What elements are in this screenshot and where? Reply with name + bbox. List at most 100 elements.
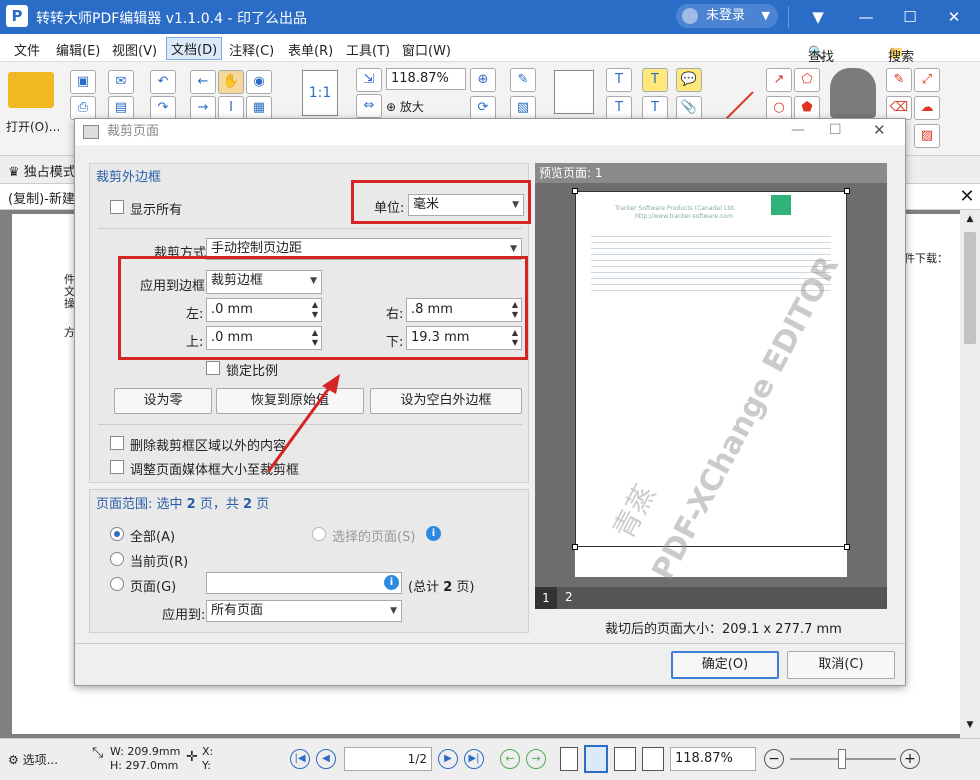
preview-page[interactable]: Tracker Software Products (Canada) Ltd. … [572, 188, 850, 586]
radio-selected-pages[interactable] [312, 527, 326, 541]
zoom-in-icon[interactable]: ⊕ [470, 68, 496, 92]
set-zero-button[interactable]: 设为零 [114, 388, 212, 414]
exclusive-mode-button[interactable]: ♛ 独占模式 [8, 161, 76, 180]
pentagon-tool-icon[interactable]: ⬟ [794, 96, 820, 120]
resize-media-checkbox[interactable] [110, 460, 124, 474]
radio-all[interactable] [110, 527, 124, 541]
highlight-text-icon[interactable]: T [642, 68, 668, 92]
cloud-icon[interactable]: ☁ [914, 96, 940, 120]
zoom-slider-thumb[interactable] [838, 749, 846, 769]
ok-button[interactable]: 确定(O) [671, 651, 779, 679]
select-text-icon[interactable]: I [218, 96, 244, 120]
prev-page-icon[interactable]: ◀ [316, 749, 336, 769]
back-icon[interactable]: ← [190, 70, 216, 94]
lock-ratio-checkbox[interactable] [206, 361, 220, 375]
document-tab[interactable]: (复制)-新建 [8, 188, 75, 207]
fit-width-icon[interactable]: ⇔ [356, 94, 382, 118]
scanner-icon[interactable]: ▤ [108, 96, 134, 120]
status-zoom-select[interactable]: 118.87% [670, 747, 756, 771]
ribbon-toggle-icon[interactable]: ▼ [802, 3, 834, 31]
zoom-in-status-icon[interactable]: + [900, 749, 920, 769]
last-page-icon[interactable]: ▶| [464, 749, 484, 769]
actual-size-button[interactable]: 1:1 [302, 70, 338, 116]
info-icon[interactable]: i [426, 526, 441, 541]
facing-page-icon[interactable] [614, 747, 636, 771]
hand-tool-icon[interactable]: ✋ [218, 70, 244, 94]
menu-document[interactable]: 文档(D) [166, 37, 223, 60]
hatch-icon[interactable]: ▨ [914, 124, 940, 148]
scroll-down-icon[interactable]: ▼ [962, 720, 978, 730]
radio-current-page[interactable] [110, 552, 124, 566]
textbox-icon[interactable]: T [606, 96, 632, 120]
menu-window[interactable]: 窗口(W) [402, 40, 451, 59]
dialog-maximize-button[interactable]: ☐ [829, 122, 842, 138]
document-properties-icon[interactable] [554, 70, 594, 114]
pages-info-icon[interactable]: i [384, 575, 399, 590]
zoom-select[interactable]: 118.87% [386, 68, 466, 90]
maximize-button[interactable]: ☐ [894, 3, 926, 31]
crop-handle[interactable] [844, 188, 850, 194]
snapshot-icon[interactable]: ◉ [246, 70, 272, 94]
crop-handle[interactable] [572, 188, 578, 194]
edit-image-icon[interactable]: ▧ [510, 96, 536, 120]
print-icon[interactable]: ⎙ [70, 96, 96, 120]
scroll-thumb[interactable] [964, 232, 976, 344]
preview-tab-1[interactable]: 1 [535, 587, 557, 609]
user-login-button[interactable]: 未登录 ▼ [676, 4, 778, 28]
crop-handle[interactable] [572, 544, 578, 550]
open-folder-icon[interactable] [8, 72, 54, 108]
typewriter-icon[interactable]: T [606, 68, 632, 92]
preview-tab-2[interactable]: 2 [565, 590, 573, 604]
crop-handle[interactable] [844, 544, 850, 550]
options-button[interactable]: ⚙ 选项... [8, 751, 58, 768]
menu-file[interactable]: 文件 [14, 40, 40, 59]
first-page-icon[interactable]: |◀ [290, 749, 310, 769]
fit-page-icon[interactable]: ⇲ [356, 68, 382, 92]
set-whitespace-margin-button[interactable]: 设为空白外边框 [370, 388, 522, 414]
circle-tool-icon[interactable]: ○ [766, 96, 792, 120]
stamp-icon[interactable] [830, 68, 876, 118]
dialog-close-button[interactable]: ✕ [873, 121, 886, 139]
cancel-button[interactable]: 取消(C) [787, 651, 895, 679]
pencil-icon[interactable]: ✎ [886, 68, 912, 92]
edit-text-icon[interactable]: ✎ [510, 68, 536, 92]
arrow-tool-icon[interactable]: ↗ [766, 68, 792, 92]
show-all-checkbox[interactable] [110, 200, 124, 214]
measure-icon[interactable]: ⤢ [914, 68, 940, 92]
menu-tools[interactable]: 工具(T) [346, 40, 390, 59]
attach-file-icon[interactable]: 📎 [676, 96, 702, 120]
forward-icon[interactable]: → [190, 96, 216, 120]
close-document-icon[interactable]: ✕ [956, 186, 978, 208]
eraser-icon[interactable]: ⌫ [886, 96, 912, 120]
facing-continuous-icon[interactable] [642, 747, 664, 771]
email-icon[interactable]: ✉ [108, 70, 134, 94]
single-page-icon[interactable] [560, 747, 578, 771]
minimize-button[interactable]: — [850, 3, 882, 31]
sticky-note-icon[interactable]: 💬 [676, 68, 702, 92]
delete-outside-checkbox[interactable] [110, 436, 124, 450]
dialog-minimize-button[interactable]: — [791, 122, 805, 138]
radio-pages[interactable] [110, 577, 124, 591]
pages-input[interactable] [206, 572, 402, 594]
redo-icon[interactable]: ↷ [150, 96, 176, 120]
history-back-icon[interactable]: ← [500, 749, 520, 769]
menu-form[interactable]: 表单(R) [288, 40, 333, 59]
close-window-button[interactable]: ✕ [938, 3, 970, 31]
page-number-input[interactable]: 1/2 [344, 747, 432, 771]
history-forward-icon[interactable]: → [526, 749, 546, 769]
menu-comment[interactable]: 注释(C) [229, 40, 274, 59]
vertical-scrollbar[interactable]: ▲ ▼ [960, 210, 980, 738]
next-page-icon[interactable]: ▶ [438, 749, 458, 769]
open-label[interactable]: 打开(O)... [6, 118, 60, 135]
undo-icon[interactable]: ↶ [150, 70, 176, 94]
polygon-tool-icon[interactable]: ⬠ [794, 68, 820, 92]
clipboard-icon[interactable]: ▦ [246, 96, 272, 120]
save-icon[interactable]: ▣ [70, 70, 96, 94]
zoom-out-icon[interactable]: − [764, 749, 784, 769]
continuous-page-icon[interactable] [584, 745, 608, 773]
strikeout-icon[interactable]: T [642, 96, 668, 120]
apply-to-select[interactable]: 所有页面 ▼ [206, 600, 402, 622]
menu-view[interactable]: 视图(V) [112, 40, 157, 59]
zoom-in-button[interactable]: ⊕ 放大 [386, 98, 424, 115]
menu-edit[interactable]: 编辑(E) [56, 40, 100, 59]
